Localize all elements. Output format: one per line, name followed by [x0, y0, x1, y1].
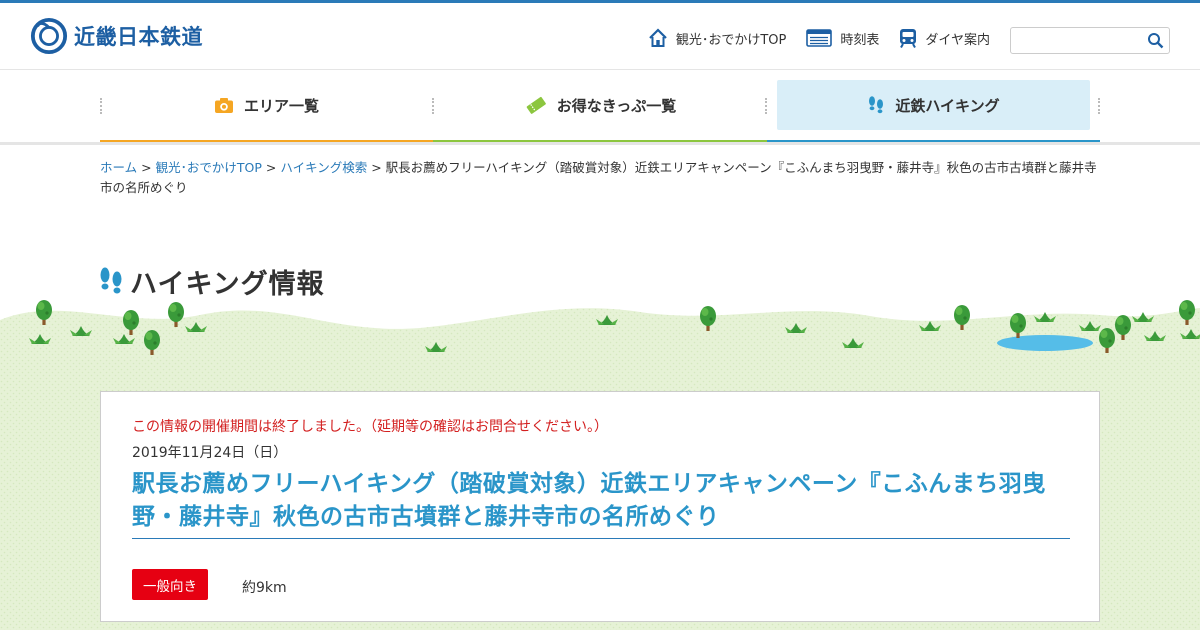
header-nav-label: 観光･おでかけTOP: [675, 32, 787, 48]
timetable-icon: [806, 29, 833, 47]
difficulty-badge: 一般向き: [132, 569, 208, 600]
event-date: 2019年11月24日（日）: [132, 445, 288, 461]
kintetsu-logo-icon: [30, 17, 68, 55]
nav-divider: [765, 98, 767, 114]
page-title: ハイキング情報: [130, 269, 325, 300]
breadcrumb-separator: >: [371, 160, 382, 175]
nav-divider: [1098, 98, 1100, 114]
header-nav-service-info[interactable]: ダイヤ案内: [899, 28, 990, 48]
tab-kintetsu-hiking[interactable]: 近鉄ハイキング: [777, 80, 1090, 130]
site-header: 近畿日本鉄道 観光･おでかけTOP 時刻表 ダイヤ案内: [0, 3, 1200, 70]
header-nav-timetable[interactable]: 時刻表: [806, 29, 879, 48]
event-title: 駅長お薦めフリーハイキング（踏破賞対象）近鉄エリアキャンペーン『こふんまち羽曳野…: [132, 471, 1046, 530]
header-nav-sightseeing-top[interactable]: 観光･おでかけTOP: [648, 28, 787, 48]
global-nav: エリア一覧 お得なきっぷ一覧 近鉄ハイキング: [100, 80, 1100, 144]
breadcrumb-link-hiking-search[interactable]: ハイキング検索: [280, 160, 367, 175]
event-ended-notice: この情報の開催期間は終了しました。（延期等の確認はお問合せください。）: [132, 419, 608, 435]
breadcrumb-link-home[interactable]: ホーム: [100, 160, 137, 175]
footprints-icon: [100, 267, 122, 293]
train-icon: [900, 29, 917, 48]
breadcrumb-link-sightseeing-top[interactable]: 観光･おでかけTOP: [156, 160, 262, 175]
search-input[interactable]: [1011, 28, 1139, 53]
search-icon[interactable]: [1147, 32, 1164, 49]
title-underline: [132, 538, 1070, 539]
header-nav: 観光･おでかけTOP 時刻表 ダイヤ案内: [628, 28, 990, 48]
event-card: この情報の開催期間は終了しました。（延期等の確認はお問合せください。） 2019…: [100, 391, 1100, 622]
header-nav-label: ダイヤ案内: [925, 32, 990, 48]
camera-icon: [214, 97, 233, 113]
nav-bottom-rule: [0, 142, 1200, 145]
tab-value-tickets[interactable]: お得なきっぷ一覧: [434, 80, 767, 130]
course-distance: 約9km: [242, 580, 287, 596]
header-nav-label: 時刻表: [840, 32, 880, 48]
house-icon: [649, 28, 667, 47]
brand-name: 近畿日本鉄道: [74, 25, 203, 49]
section-heading: ハイキング情報: [98, 262, 325, 301]
site-logo[interactable]: 近畿日本鉄道: [30, 17, 203, 55]
tab-area-list[interactable]: エリア一覧: [100, 80, 433, 130]
tab-label: 近鉄ハイキング: [895, 96, 1000, 115]
site-search: [1010, 27, 1170, 54]
breadcrumb-separator: >: [265, 160, 277, 175]
tab-label: お得なきっぷ一覧: [556, 96, 677, 115]
tab-label: エリア一覧: [243, 96, 319, 115]
footprints-icon: [869, 96, 884, 114]
ticket-icon: [526, 96, 546, 114]
breadcrumb: ホーム > 観光･おでかけTOP > ハイキング検索 > 駅長お薦めフリーハイキ…: [100, 158, 1100, 198]
breadcrumb-separator: >: [141, 160, 152, 175]
